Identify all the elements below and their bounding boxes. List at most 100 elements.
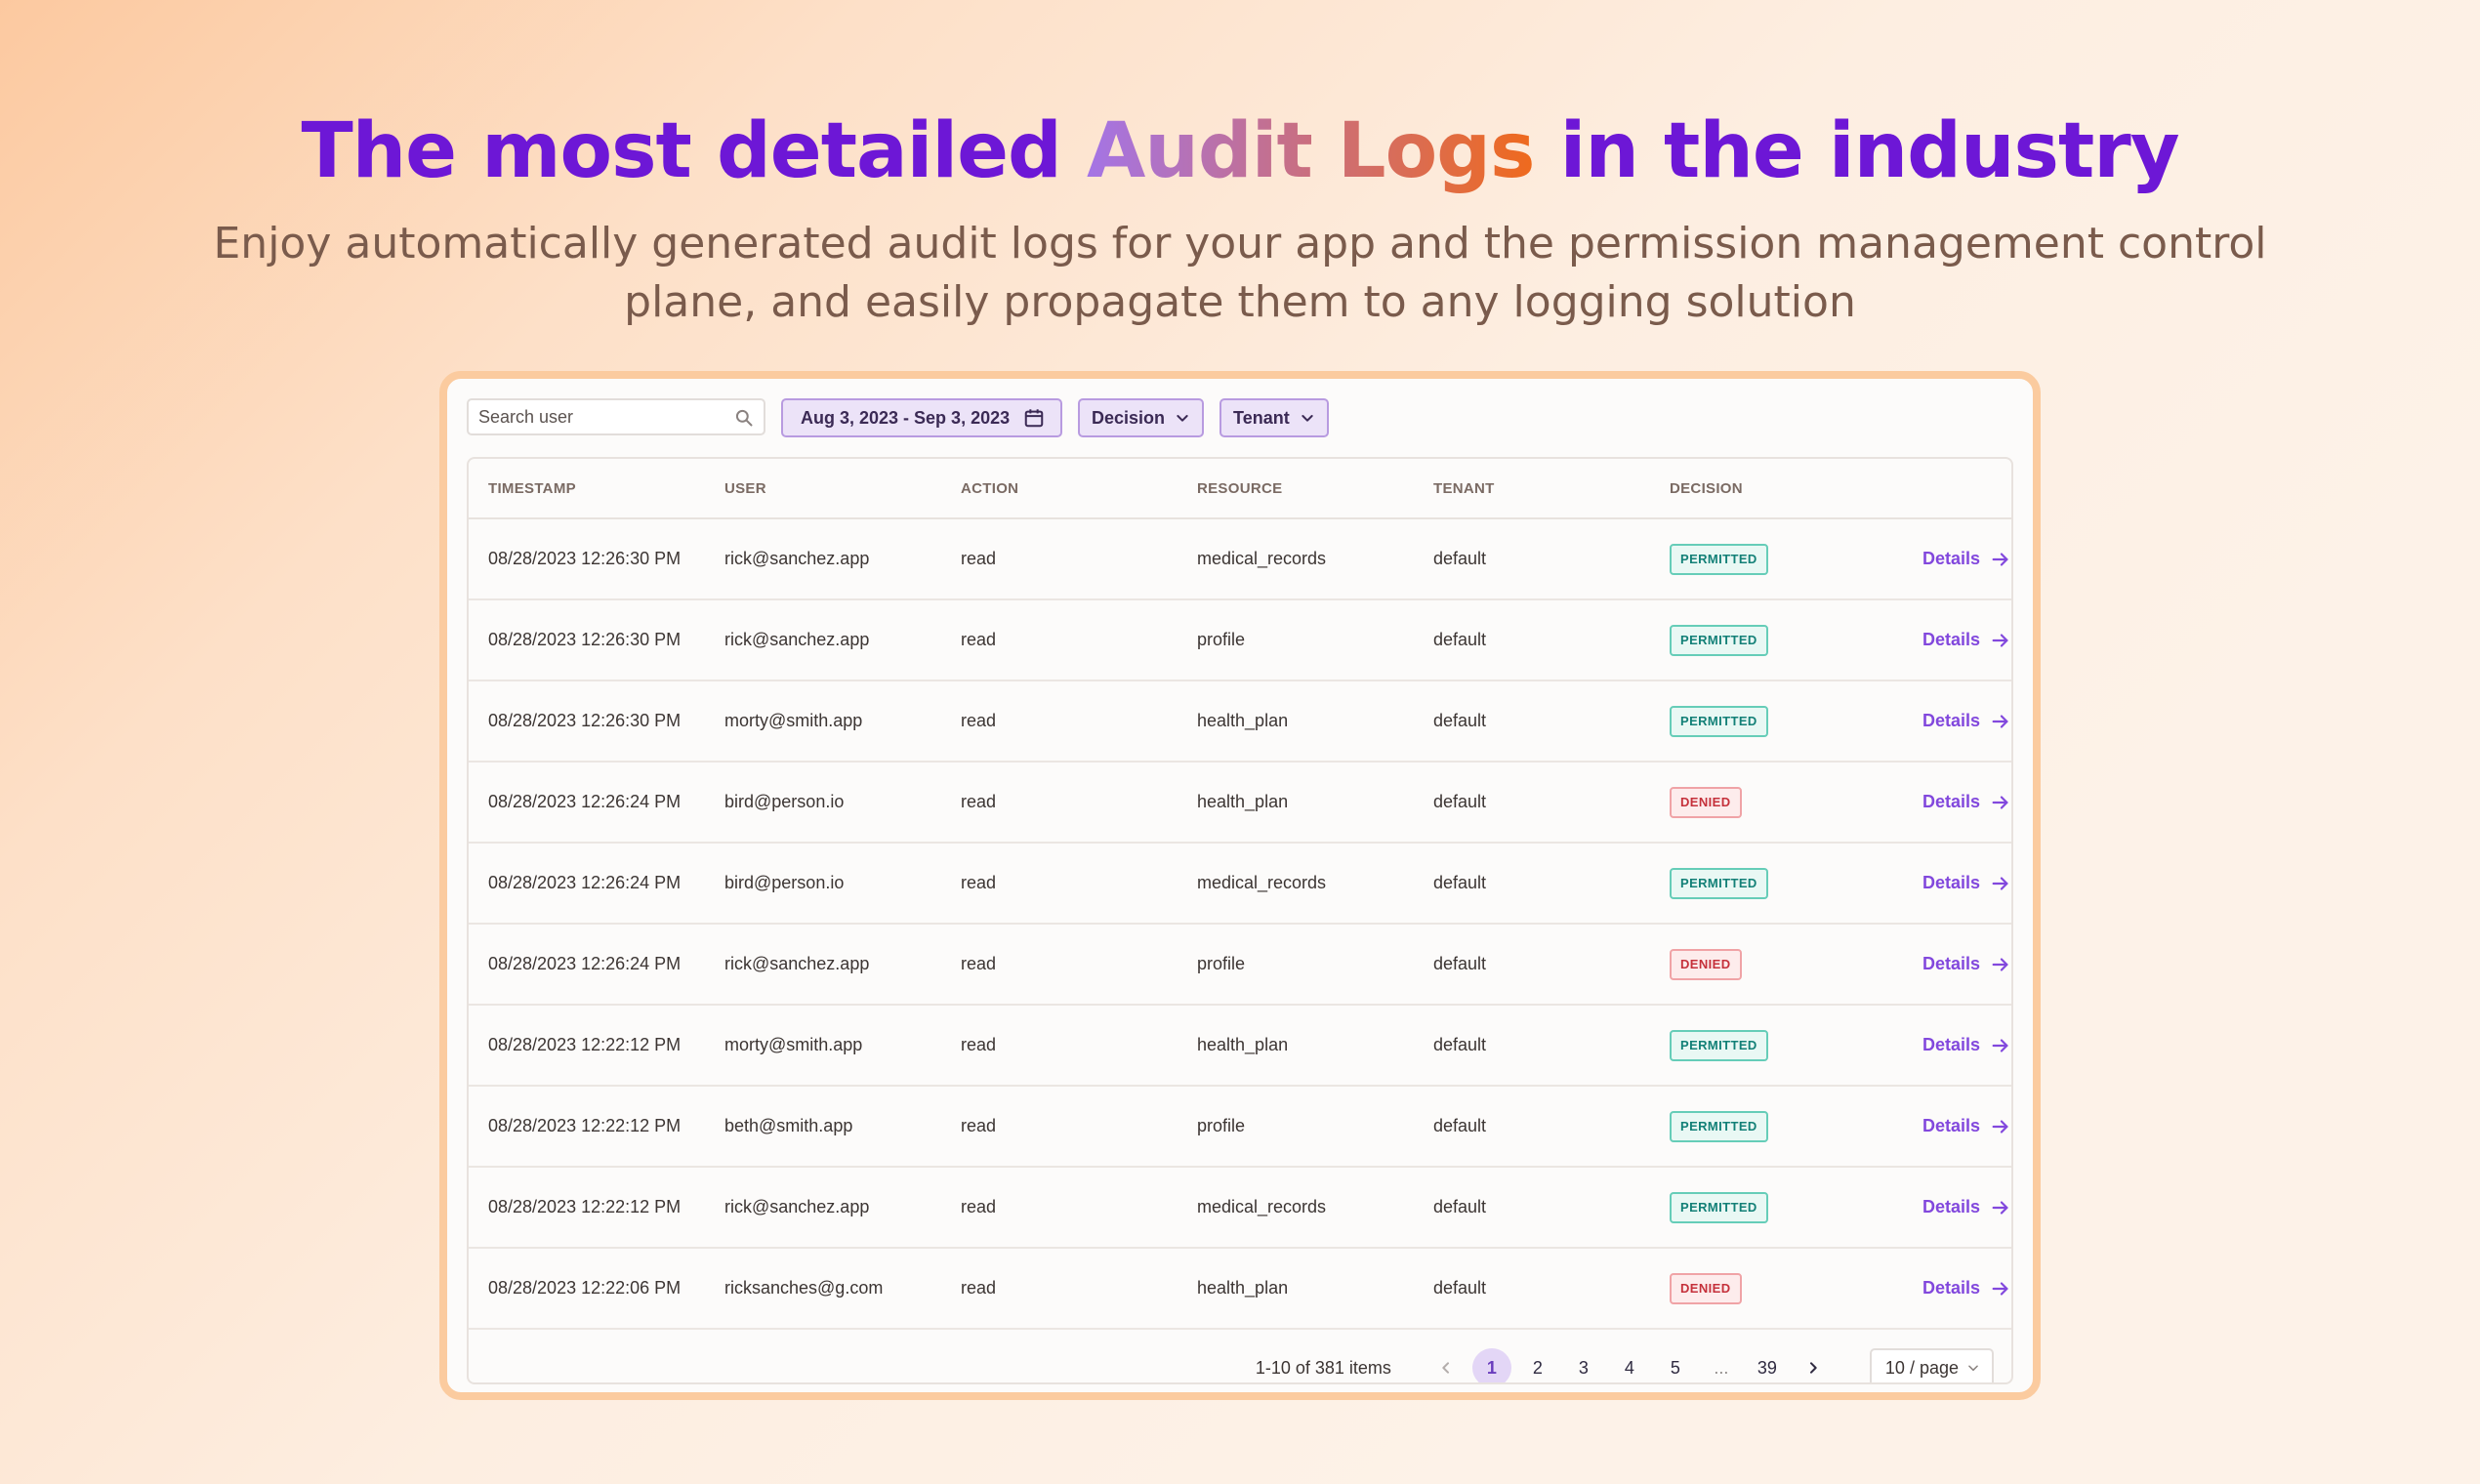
column-header-decision[interactable]: DECISION (1650, 480, 1845, 497)
cell-resource: health_plan (1197, 1278, 1289, 1298)
details-link[interactable]: Details (1922, 711, 2011, 732)
cell-decision: PERMITTED (1650, 867, 1845, 899)
cell-tenant: default (1433, 711, 1487, 730)
cell-timestamp: 08/28/2023 12:26:24 PM (488, 954, 682, 973)
tenant-filter-label: Tenant (1233, 407, 1290, 428)
title-pre: The most detailed (301, 107, 1087, 195)
table-row[interactable]: 08/28/2023 12:22:12 PM morty@smith.app rea… (469, 1006, 2011, 1087)
page-button-5[interactable]: 5 (1656, 1348, 1695, 1382)
cell-resource: profile (1197, 1116, 1246, 1135)
search-icon[interactable] (734, 408, 754, 428)
cell-resource: health_plan (1197, 792, 1289, 811)
cell-tenant: default (1433, 549, 1487, 568)
details-link[interactable]: Details (1922, 1035, 2011, 1056)
column-header-timestamp[interactable]: TIMESTAMP (469, 480, 705, 497)
cell-tenant: default (1433, 630, 1487, 649)
date-range-picker[interactable]: Aug 3, 2023 - Sep 3, 2023 (781, 398, 1062, 437)
chevron-down-icon (1302, 415, 1313, 422)
table-row[interactable]: 08/28/2023 12:26:30 PM morty@smith.app rea… (469, 681, 2011, 763)
table-row[interactable]: 08/28/2023 12:22:12 PM beth@smith.app read… (469, 1087, 2011, 1168)
decision-badge: DENIED (1670, 1272, 1742, 1304)
cell-details: Details (1845, 1116, 2011, 1137)
cell-user: bird@person.io (724, 792, 845, 811)
page-button-4[interactable]: 4 (1610, 1348, 1649, 1382)
cell-decision: DENIED (1650, 1272, 1845, 1304)
decision-badge: DENIED (1670, 948, 1742, 980)
table-row[interactable]: 08/28/2023 12:26:24 PM rick@sanchez.app re… (469, 925, 2011, 1006)
cell-details: Details (1845, 549, 2011, 570)
page-size-select[interactable]: 10 / page (1869, 1348, 1994, 1382)
details-link[interactable]: Details (1922, 954, 2011, 975)
date-range-label: Aug 3, 2023 - Sep 3, 2023 (801, 407, 1011, 428)
page-button-2[interactable]: 2 (1518, 1348, 1557, 1382)
details-link[interactable]: Details (1922, 873, 2011, 894)
cell-tenant: default (1433, 873, 1487, 892)
cell-timestamp: 08/28/2023 12:22:12 PM (488, 1035, 682, 1054)
cell-details: Details (1845, 630, 2011, 651)
next-page-button[interactable] (1794, 1348, 1833, 1382)
decision-filter-label: Decision (1092, 407, 1166, 428)
cell-timestamp: 08/28/2023 12:22:12 PM (488, 1116, 682, 1135)
cell-decision: DENIED (1650, 948, 1845, 980)
details-label: Details (1922, 549, 1980, 568)
arrow-right-icon (1992, 1281, 2008, 1296)
pagination-ellipsis[interactable]: ... (1702, 1348, 1741, 1382)
details-link[interactable]: Details (1922, 792, 2011, 813)
cell-action: read (961, 711, 997, 730)
cell-user: beth@smith.app (724, 1116, 853, 1135)
page-button-39[interactable]: 39 (1748, 1348, 1787, 1382)
cell-decision: PERMITTED (1650, 624, 1845, 656)
cell-timestamp: 08/28/2023 12:26:24 PM (488, 792, 682, 811)
arrow-right-icon (1992, 1200, 2008, 1215)
table-row[interactable]: 08/28/2023 12:22:12 PM rick@sanchez.app re… (469, 1168, 2011, 1249)
calendar-icon (1024, 409, 1044, 428)
details-link[interactable]: Details (1922, 1116, 2011, 1137)
decision-badge: PERMITTED (1670, 543, 1768, 575)
table-row[interactable]: 08/28/2023 12:26:24 PM bird@person.io read… (469, 763, 2011, 844)
column-header-tenant[interactable]: TENANT (1414, 480, 1650, 497)
search-input[interactable] (469, 400, 723, 433)
prev-page-button[interactable] (1426, 1348, 1466, 1382)
table-body: 08/28/2023 12:26:30 PM rick@sanchez.app re… (469, 519, 2011, 1330)
details-link[interactable]: Details (1922, 630, 2011, 651)
column-header-action[interactable]: ACTION (941, 480, 1178, 497)
page-button-3[interactable]: 3 (1564, 1348, 1603, 1382)
details-link[interactable]: Details (1922, 1278, 2011, 1299)
table-row[interactable]: 08/28/2023 12:26:30 PM rick@sanchez.app re… (469, 600, 2011, 681)
decision-badge: PERMITTED (1670, 1029, 1768, 1061)
decision-badge: PERMITTED (1670, 705, 1768, 737)
chevron-right-icon (1809, 1362, 1817, 1374)
decision-badge: PERMITTED (1670, 624, 1768, 656)
decision-badge: PERMITTED (1670, 867, 1768, 899)
page-size-label: 10 / page (1884, 1357, 1959, 1378)
column-header-user[interactable]: USER (705, 480, 941, 497)
cell-resource: medical_records (1197, 549, 1327, 568)
table-row[interactable]: 08/28/2023 12:22:06 PM ricksanches@g.com r… (469, 1249, 2011, 1330)
page-button-1[interactable]: 1 (1471, 1348, 1511, 1382)
column-header-resource[interactable]: RESOURCE (1178, 480, 1414, 497)
title-post: in the industry (1534, 107, 2180, 195)
details-link[interactable]: Details (1922, 1197, 2011, 1218)
pager: 1 2 3 4 5... 39 (1426, 1348, 1833, 1382)
details-link[interactable]: Details (1922, 549, 2011, 570)
cell-resource: health_plan (1197, 1035, 1289, 1054)
cell-tenant: default (1433, 1278, 1487, 1298)
tenant-filter[interactable]: Tenant (1219, 398, 1329, 437)
decision-filter[interactable]: Decision (1078, 398, 1205, 437)
cell-user: rick@sanchez.app (724, 1197, 870, 1216)
pagination-bar: 1-10 of 381 items 1 2 3 4 5... 39 10 / page (469, 1330, 2011, 1382)
cell-tenant: default (1433, 1116, 1487, 1135)
table-row[interactable]: 08/28/2023 12:26:30 PM rick@sanchez.app re… (469, 519, 2011, 600)
cell-details: Details (1845, 1197, 2011, 1218)
cell-timestamp: 08/28/2023 12:22:12 PM (488, 1197, 682, 1216)
table-row[interactable]: 08/28/2023 12:26:24 PM bird@person.io read… (469, 844, 2011, 925)
cell-resource: medical_records (1197, 1197, 1327, 1216)
cell-resource: profile (1197, 954, 1246, 973)
arrow-right-icon (1992, 795, 2008, 809)
details-label: Details (1922, 711, 1980, 730)
cell-action: read (961, 1035, 997, 1054)
arrow-right-icon (1992, 957, 2008, 971)
cell-action: read (961, 549, 997, 568)
decision-badge: DENIED (1670, 786, 1742, 818)
details-label: Details (1922, 1116, 1980, 1135)
